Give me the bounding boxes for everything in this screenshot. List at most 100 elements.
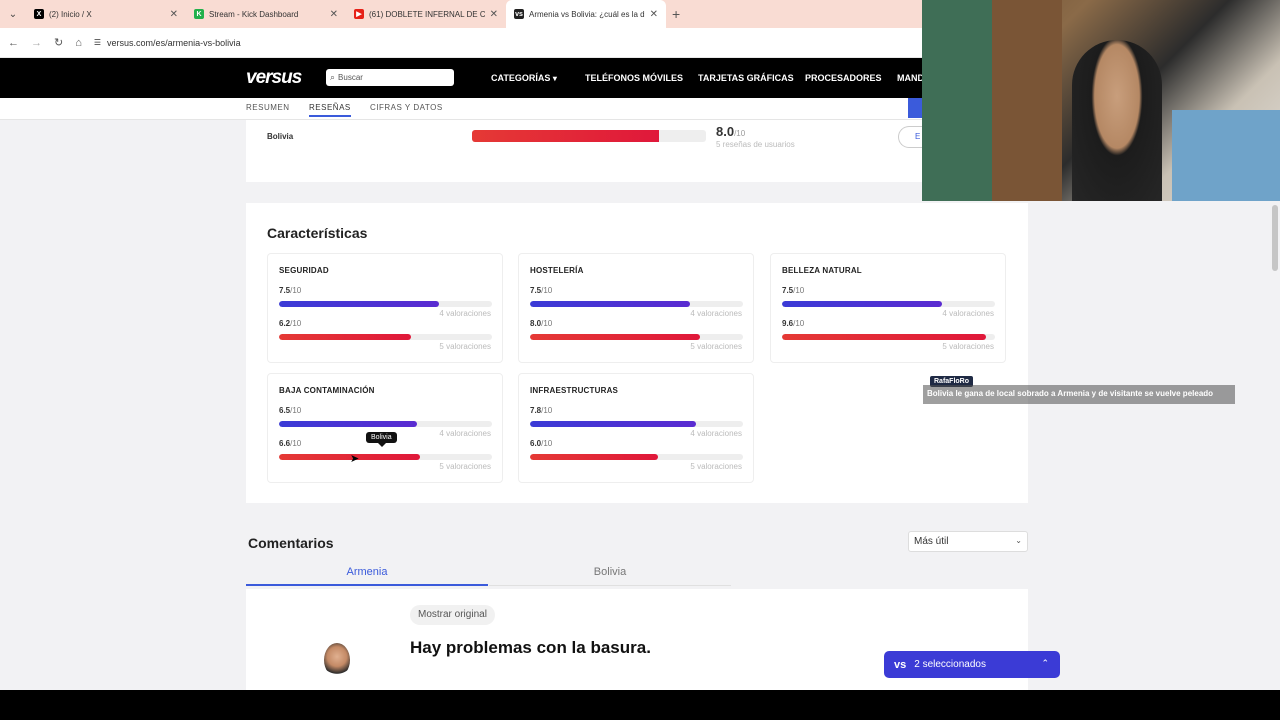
chevron-down-icon: ▾ (552, 74, 557, 83)
comments-sort-select[interactable]: Más útil ⌄ (908, 531, 1028, 552)
bolivia-score: 6.6/10 (279, 439, 301, 448)
rating-country-label: Bolivia (267, 132, 294, 141)
score-denominator: /10 (290, 286, 302, 295)
forward-icon[interactable]: → (31, 37, 42, 49)
tab-title: Armenia vs Bolivia: ¿cuál es la d (529, 9, 645, 19)
rating-score-value: 8.0 (716, 124, 735, 139)
score-denominator: /10 (290, 439, 302, 448)
bolivia-bar[interactable] (530, 334, 743, 340)
compare-label: 2 seleccionados (914, 659, 986, 670)
armenia-count: 4 valoraciones (942, 309, 994, 318)
webcam-overlay (922, 0, 1280, 201)
armenia-bar[interactable] (279, 301, 492, 307)
score-value: 6.0 (530, 439, 542, 448)
show-original-button[interactable]: Mostrar original (410, 605, 495, 625)
tab-search-icon[interactable]: ⌄ (0, 0, 26, 28)
score-denominator: /10 (541, 406, 553, 415)
bolivia-bar[interactable] (279, 334, 492, 340)
armenia-count: 4 valoraciones (439, 429, 491, 438)
subnav-cifras[interactable]: CIFRAS Y DATOS (370, 103, 443, 112)
write-review-button[interactable]: E (898, 126, 922, 148)
sort-value: Más útil (914, 536, 949, 547)
avatar (324, 643, 350, 677)
feature-title: HOSTELERÍA (530, 266, 584, 275)
score-value: 7.5 (279, 286, 291, 295)
armenia-bar[interactable] (530, 301, 743, 307)
bolivia-bar[interactable] (279, 454, 492, 460)
tab-title: (2) Inicio / X (49, 9, 92, 19)
search-placeholder: Buscar (338, 73, 363, 82)
tab-armenia[interactable]: Armenia (246, 566, 488, 586)
kick-icon: K (194, 9, 204, 19)
score-denominator: /10 (541, 286, 553, 295)
chevron-up-icon[interactable]: ⌃ (1041, 658, 1049, 669)
close-icon[interactable]: ✕ (490, 9, 498, 20)
comment-headline: Hay problemas con la basura. (410, 638, 651, 657)
back-icon[interactable]: ← (8, 37, 19, 49)
score-value: 6.6 (279, 439, 291, 448)
comments-title: Comentarios (248, 535, 334, 551)
close-icon[interactable]: ✕ (330, 9, 338, 20)
armenia-bar[interactable] (782, 301, 995, 307)
webcam-background (922, 0, 992, 201)
browser-tab[interactable]: ▶ (61) DOBLETE INFERNAL DE CR ✕ (346, 0, 506, 28)
score-value: 7.5 (782, 286, 794, 295)
nav-procesadores[interactable]: PROCESADORES (805, 73, 882, 83)
feature-title: SEGURIDAD (279, 266, 329, 275)
bolivia-bar-fill (782, 334, 987, 340)
browser-tab[interactable]: vs Armenia vs Bolivia: ¿cuál es la d ✕ (506, 0, 666, 28)
site-info-icon[interactable]: ☰ (94, 38, 101, 47)
score-denominator: /10 (290, 319, 302, 328)
home-icon[interactable]: ⌂ (75, 37, 82, 49)
score-value: 7.5 (530, 286, 542, 295)
tab-list: X (2) Inicio / X ✕ K Stream - Kick Dashboard… (26, 0, 666, 28)
url-text: versus.com/es/armenia-vs-bolivia (107, 37, 241, 48)
armenia-count: 4 valoraciones (439, 309, 491, 318)
nav-tarjetas[interactable]: TARJETAS GRÁFICAS (698, 73, 794, 83)
nav-telefonos[interactable]: TELÉFONOS MÓVILES (585, 73, 683, 83)
feature-card: BELLEZA NATURAL 7.5/10 4 valoraciones 9.6/1… (770, 253, 1006, 363)
bolivia-bar-fill (279, 334, 412, 340)
close-icon[interactable]: ✕ (170, 9, 178, 20)
compare-selection-bar[interactable]: vs 2 seleccionados ⌃ (884, 651, 1060, 678)
rating-review-count: 5 reseñas de usuarios (716, 140, 795, 149)
tab-label: Bolivia (593, 566, 627, 578)
feature-card: INFRAESTRUCTURAS 7.8/10 4 valoraciones 6.0/… (518, 373, 754, 483)
url-field[interactable]: ☰ versus.com/es/armenia-vs-bolivia (94, 38, 241, 48)
tab-bolivia[interactable]: Bolivia (489, 566, 731, 586)
nav-more[interactable]: MAND (897, 73, 924, 83)
feature-title: INFRAESTRUCTURAS (530, 386, 619, 395)
versus-icon: vs (514, 9, 524, 19)
new-tab-icon[interactable]: + (672, 6, 680, 22)
bolivia-bar[interactable] (782, 334, 995, 340)
webcam-bed (1172, 110, 1280, 201)
armenia-score: 7.5/10 (279, 286, 301, 295)
browser-tab[interactable]: X (2) Inicio / X ✕ (26, 0, 186, 28)
chat-message: Bolivia le gana de local sobrado a Armen… (923, 385, 1235, 404)
nav-categorias[interactable]: CATEGORÍAS ▾ (491, 73, 557, 83)
armenia-bar[interactable] (279, 421, 492, 427)
versus-logo[interactable]: versus (246, 67, 302, 89)
subnav-resumen[interactable]: RESUMEN (246, 103, 290, 112)
subnav-action-button[interactable] (908, 98, 922, 118)
bolivia-count: 5 valoraciones (439, 462, 491, 471)
score-value: 6.2 (279, 319, 291, 328)
armenia-score: 7.5/10 (782, 286, 804, 295)
score-value: 8.0 (530, 319, 542, 328)
browser-tab[interactable]: K Stream - Kick Dashboard ✕ (186, 0, 346, 28)
armenia-bar[interactable] (530, 421, 743, 427)
score-denominator: /10 (793, 319, 805, 328)
close-icon[interactable]: ✕ (650, 9, 658, 20)
bolivia-bar-fill (530, 334, 701, 340)
bolivia-score: 6.0/10 (530, 439, 552, 448)
subnav-resenas[interactable]: RESEÑAS (309, 103, 351, 117)
reload-icon[interactable]: ↻ (54, 36, 63, 49)
bolivia-score: 8.0/10 (530, 319, 552, 328)
bolivia-bar[interactable] (530, 454, 743, 460)
armenia-bar-fill (530, 421, 697, 427)
chevron-down-icon: ⌄ (1015, 536, 1022, 545)
search-input[interactable]: ⌕ Buscar (326, 69, 454, 86)
page-scrollbar[interactable] (1272, 205, 1278, 271)
streamer-figure (1072, 40, 1162, 201)
vs-icon: vs (894, 658, 907, 671)
